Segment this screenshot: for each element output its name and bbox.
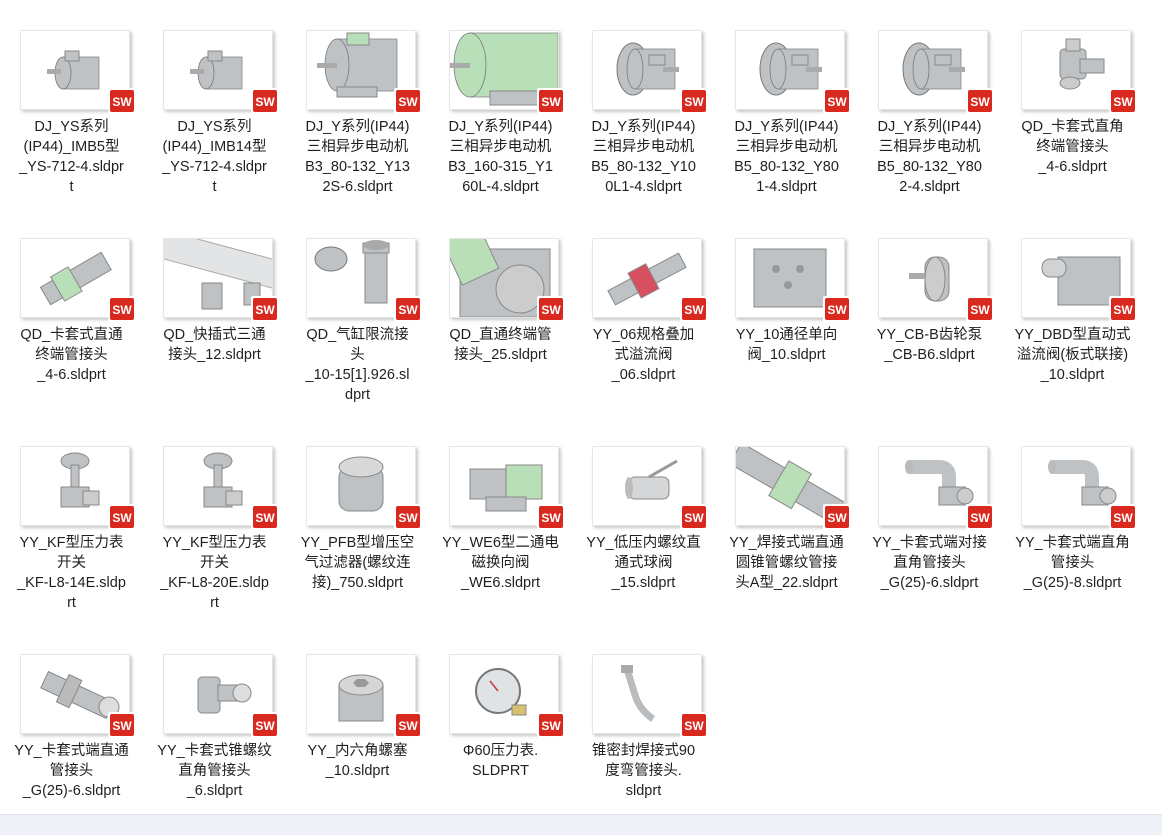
solidworks-icon: SW <box>537 296 565 322</box>
svg-text:SW: SW <box>112 303 132 317</box>
svg-text:SW: SW <box>970 95 990 109</box>
solidworks-icon: SW <box>823 296 851 322</box>
file-name: YY_KF型压力表 开关 _KF-L8-20E.sldp rt <box>160 535 269 611</box>
file-name: DJ_YS系列 (IP44)_IMB5型 _YS-712-4.sldpr t <box>19 119 124 195</box>
file-name: YY_卡套式端对接 直角管接头 _G(25)-6.sldprt <box>872 535 987 591</box>
svg-text:SW: SW <box>827 95 847 109</box>
svg-text:SW: SW <box>684 95 704 109</box>
solidworks-icon: SW <box>251 504 279 530</box>
file-name: Φ60压力表. SLDPRT <box>462 743 539 779</box>
file-name: DJ_Y系列(IP44) 三相异步电动机 B3_80-132_Y13 2S-6.… <box>305 119 410 195</box>
file-name: YY_PFB型增压空 气过滤器(螺纹连 接)_750.sldprt <box>300 535 415 591</box>
solidworks-icon: SW <box>108 712 136 738</box>
file-name: YY_DBD型直动式 溢流阀(板式联接) _10.sldprt <box>1014 327 1131 383</box>
svg-text:SW: SW <box>112 511 132 525</box>
svg-text:SW: SW <box>684 303 704 317</box>
solidworks-icon: SW <box>394 712 422 738</box>
svg-text:SW: SW <box>112 719 132 733</box>
svg-text:SW: SW <box>827 511 847 525</box>
solidworks-icon: SW <box>680 296 708 322</box>
solidworks-icon: SW <box>108 504 136 530</box>
status-bar <box>0 814 1162 835</box>
svg-text:SW: SW <box>1113 95 1133 109</box>
svg-text:SW: SW <box>398 303 418 317</box>
file-name: QD_气缸限流接 头 _10-15[1].926.sl dprt <box>305 327 410 403</box>
file-name: YY_卡套式端直通 管接头 _G(25)-6.sldprt <box>14 743 129 799</box>
file-name: DJ_Y系列(IP44) 三相异步电动机 B5_80-132_Y10 0L1-4… <box>591 119 696 195</box>
file-name: YY_CB-B齿轮泵 _CB-B6.sldprt <box>876 327 983 363</box>
svg-text:SW: SW <box>1113 303 1133 317</box>
svg-text:SW: SW <box>255 303 275 317</box>
svg-text:SW: SW <box>970 303 990 317</box>
file-name: DJ_YS系列 (IP44)_IMB14型 _YS-712-4.sldpr t <box>162 119 267 195</box>
file-name: YY_WE6型二通电 磁换向阀 _WE6.sldprt <box>442 535 559 591</box>
solidworks-icon: SW <box>823 88 851 114</box>
solidworks-icon: SW <box>251 296 279 322</box>
svg-text:SW: SW <box>398 719 418 733</box>
solidworks-icon: SW <box>823 504 851 530</box>
solidworks-icon: SW <box>680 712 708 738</box>
svg-text:SW: SW <box>684 719 704 733</box>
solidworks-icon: SW <box>1109 88 1137 114</box>
solidworks-icon: SW <box>251 88 279 114</box>
svg-text:SW: SW <box>684 511 704 525</box>
file-name: QD_卡套式直通 终端管接头 _4-6.sldprt <box>20 327 123 383</box>
svg-text:SW: SW <box>112 95 132 109</box>
solidworks-icon: SW <box>394 504 422 530</box>
solidworks-icon: SW <box>537 88 565 114</box>
file-name: YY_卡套式锥螺纹 直角管接头 _6.sldprt <box>157 743 272 799</box>
svg-text:SW: SW <box>541 719 561 733</box>
solidworks-icon: SW <box>966 504 994 530</box>
file-name: YY_10通径单向 阀_10.sldprt <box>735 327 838 363</box>
svg-text:SW: SW <box>541 511 561 525</box>
solidworks-icon: SW <box>251 712 279 738</box>
svg-text:SW: SW <box>255 719 275 733</box>
solidworks-icon: SW <box>680 88 708 114</box>
solidworks-icon: SW <box>1109 504 1137 530</box>
solidworks-icon: SW <box>108 296 136 322</box>
file-name: QD_快插式三通 接头_12.sldprt <box>163 327 266 363</box>
file-name: 锥密封焊接式90 度弯管接头. sldprt <box>591 743 696 799</box>
file-grid: SW DJ_YS系列 (IP44)_IMB5型 _YS-712-4.sldpr t… <box>0 0 1162 814</box>
solidworks-icon: SW <box>537 504 565 530</box>
svg-text:SW: SW <box>970 511 990 525</box>
svg-text:SW: SW <box>255 95 275 109</box>
svg-text:SW: SW <box>1113 511 1133 525</box>
file-name: QD_卡套式直角 终端管接头 _4-6.sldprt <box>1021 119 1124 175</box>
solidworks-icon: SW <box>966 296 994 322</box>
file-name: YY_KF型压力表 开关 _KF-L8-14E.sldp rt <box>17 535 126 611</box>
solidworks-icon: SW <box>394 88 422 114</box>
svg-text:SW: SW <box>398 511 418 525</box>
file-name: YY_06规格叠加 式溢流阀 _06.sldprt <box>592 327 695 383</box>
svg-text:SW: SW <box>255 511 275 525</box>
file-name: QD_直通终端管 接头_25.sldprt <box>449 327 552 363</box>
solidworks-icon: SW <box>537 712 565 738</box>
file-name: YY_低压内螺纹直 通式球阀 _15.sldprt <box>586 535 701 591</box>
solidworks-icon: SW <box>108 88 136 114</box>
file-name: DJ_Y系列(IP44) 三相异步电动机 B5_80-132_Y80 2-4.s… <box>877 119 982 195</box>
file-name: YY_卡套式端直角 管接头 _G(25)-8.sldprt <box>1015 535 1130 591</box>
file-name: YY_内六角螺塞 _10.sldprt <box>307 743 408 779</box>
file-name: DJ_Y系列(IP44) 三相异步电动机 B3_160-315_Y1 60L-4… <box>448 119 553 195</box>
svg-text:SW: SW <box>827 303 847 317</box>
svg-text:SW: SW <box>541 303 561 317</box>
solidworks-icon: SW <box>394 296 422 322</box>
file-name: YY_焊接式端直通 圆锥管螺纹管接 头A型_22.sldprt <box>729 535 844 591</box>
svg-text:SW: SW <box>398 95 418 109</box>
solidworks-icon: SW <box>1109 296 1137 322</box>
file-name: DJ_Y系列(IP44) 三相异步电动机 B5_80-132_Y80 1-4.s… <box>734 119 839 195</box>
solidworks-icon: SW <box>680 504 708 530</box>
svg-text:SW: SW <box>541 95 561 109</box>
solidworks-icon: SW <box>966 88 994 114</box>
